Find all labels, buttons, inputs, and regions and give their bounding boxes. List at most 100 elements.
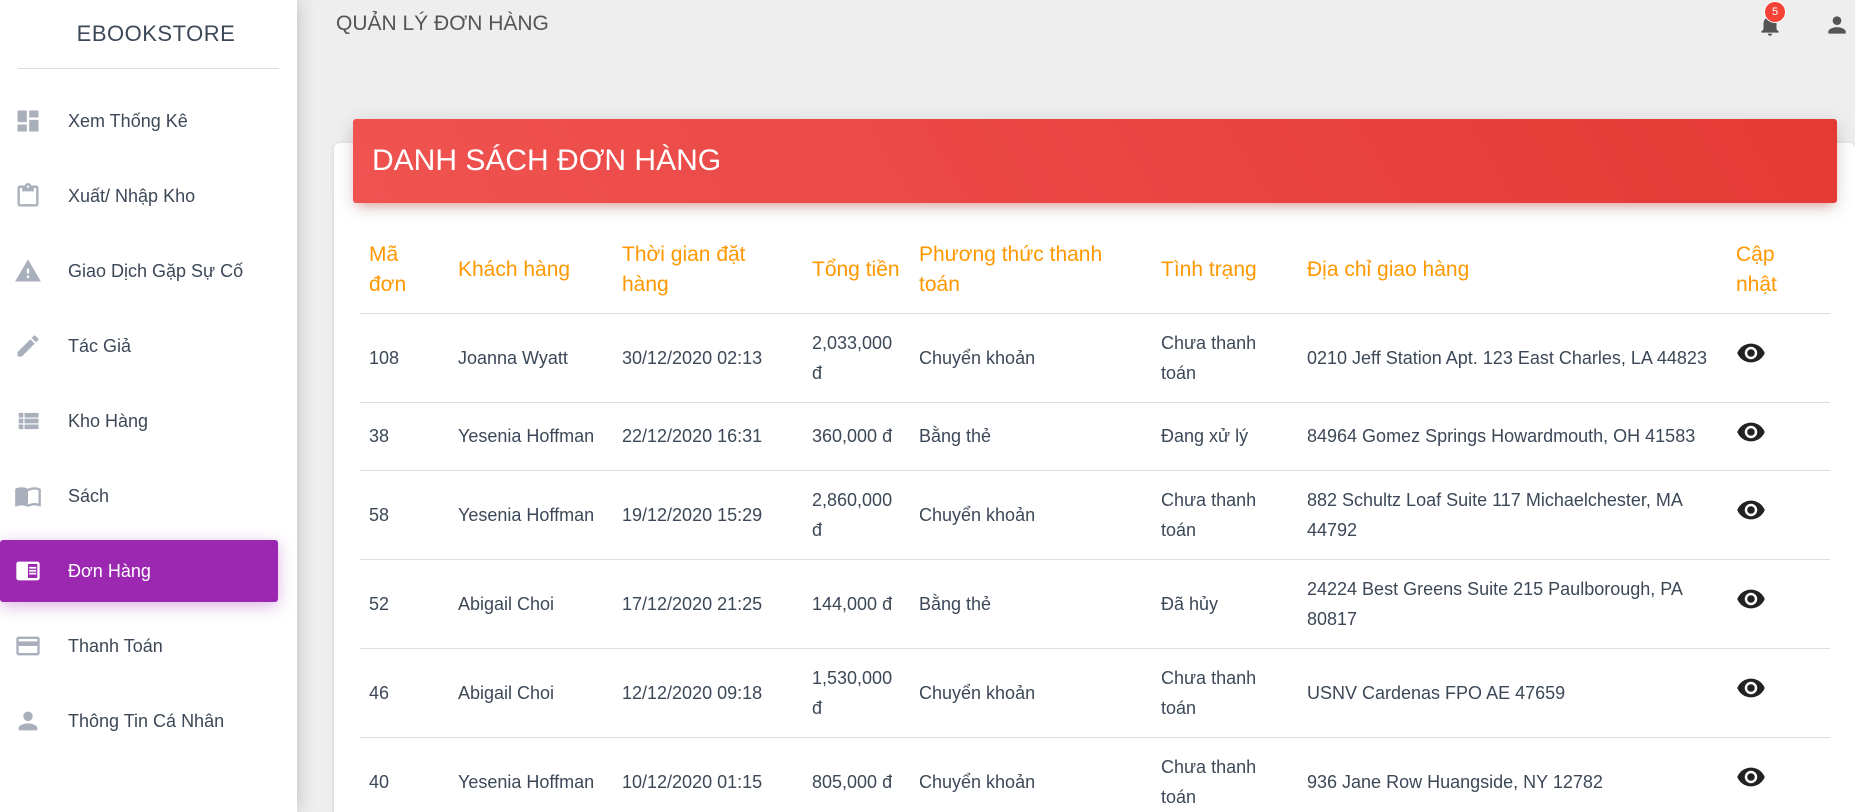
cell-method: Chuyển khoản — [910, 313, 1152, 403]
cell-update — [1727, 737, 1830, 812]
column-header-order-time: Thời gian đặt hàng — [613, 227, 803, 314]
sidebar-item-orders[interactable]: Đơn Hàng — [0, 540, 278, 602]
cell-customer: Yesenia Hoffman — [449, 470, 613, 560]
column-header-update: Cập nhật — [1727, 227, 1830, 314]
eye-icon[interactable] — [1736, 762, 1766, 792]
clipboard-icon — [14, 182, 42, 210]
card-title: DANH SÁCH ĐƠN HÀNG — [372, 144, 722, 177]
cell-method: Bằng thẻ — [910, 402, 1152, 471]
cell-status: Chưa thanh toán — [1152, 737, 1298, 812]
cell-update — [1727, 313, 1830, 403]
column-header-payment-method: Phương thức thanh toán — [910, 227, 1152, 314]
brand-divider — [18, 68, 279, 69]
cell-time: 22/12/2020 16:31 — [613, 402, 803, 471]
user-account-icon[interactable] — [1824, 12, 1850, 38]
sidebar-item-authors[interactable]: Tác Giả — [0, 315, 278, 377]
orders-table: Mã đơn Khách hàng Thời gian đặt hàng Tổn… — [360, 227, 1830, 812]
eye-icon[interactable] — [1736, 584, 1766, 614]
cell-status: Đang xử lý — [1152, 402, 1298, 471]
cell-id: 52 — [360, 559, 449, 649]
pencil-icon — [14, 332, 42, 360]
cell-id: 40 — [360, 737, 449, 812]
table-header-row: Mã đơn Khách hàng Thời gian đặt hàng Tổn… — [360, 227, 1830, 314]
sidebar-item-label: Xem Thống Kê — [68, 110, 188, 131]
cell-method: Chuyển khoản — [910, 737, 1152, 812]
cell-time: 12/12/2020 09:18 — [613, 648, 803, 738]
person-icon — [14, 707, 42, 735]
cell-address: 0210 Jeff Station Apt. 123 East Charles,… — [1298, 313, 1727, 403]
cell-customer: Joanna Wyatt — [449, 313, 613, 403]
sidebar-item-label: Thanh Toán — [68, 635, 163, 656]
top-navbar: QUẢN LÝ ĐƠN HÀNG 5 — [297, 0, 1855, 50]
cell-customer: Yesenia Hoffman — [449, 737, 613, 812]
warning-icon — [14, 257, 42, 285]
sidebar-nav: Xem Thống Kê Xuất/ Nhập Kho Giao Dịch Gặ… — [0, 90, 297, 752]
cell-total: 360,000 đ — [803, 402, 910, 471]
column-header-status: Tình trạng — [1152, 227, 1298, 314]
eye-icon[interactable] — [1736, 417, 1766, 447]
cell-id: 38 — [360, 402, 449, 471]
card-header: DANH SÁCH ĐƠN HÀNG — [353, 119, 1837, 203]
table-row: 46 Abigail Choi 12/12/2020 09:18 1,530,0… — [360, 648, 1830, 738]
cell-id: 46 — [360, 648, 449, 738]
sidebar-item-label: Xuất/ Nhập Kho — [68, 185, 196, 206]
cell-time: 30/12/2020 02:13 — [613, 313, 803, 403]
column-header-address: Địa chỉ giao hàng — [1298, 227, 1727, 314]
cell-status: Chưa thanh toán — [1152, 313, 1298, 403]
sidebar-item-inventory-io[interactable]: Xuất/ Nhập Kho — [0, 165, 278, 227]
cell-customer: Yesenia Hoffman — [449, 402, 613, 471]
table-row: 58 Yesenia Hoffman 19/12/2020 15:29 2,86… — [360, 470, 1830, 560]
book-icon — [14, 482, 42, 510]
brand-logo[interactable]: EBOOKSTORE — [0, 0, 297, 68]
cell-customer: Abigail Choi — [449, 648, 613, 738]
notification-badge: 5 — [1764, 1, 1786, 23]
column-header-customer: Khách hàng — [449, 227, 613, 314]
cell-status: Chưa thanh toán — [1152, 470, 1298, 560]
cell-status: Chưa thanh toán — [1152, 648, 1298, 738]
dashboard-icon — [14, 107, 42, 135]
sidebar-item-books[interactable]: Sách — [0, 465, 278, 527]
sidebar-item-profile[interactable]: Thông Tin Cá Nhân — [0, 690, 278, 752]
table-row: 40 Yesenia Hoffman 10/12/2020 01:15 805,… — [360, 737, 1830, 812]
cell-address: 24224 Best Greens Suite 215 Paulborough,… — [1298, 559, 1727, 649]
cell-id: 108 — [360, 313, 449, 403]
sidebar-item-label: Kho Hàng — [68, 410, 149, 431]
eye-icon[interactable] — [1736, 673, 1766, 703]
eye-icon[interactable] — [1736, 338, 1766, 368]
table-row: 38 Yesenia Hoffman 22/12/2020 16:31 360,… — [360, 402, 1830, 471]
page-title: QUẢN LÝ ĐƠN HÀNG — [336, 12, 549, 35]
cell-time: 17/12/2020 21:25 — [613, 559, 803, 649]
column-header-id: Mã đơn — [360, 227, 449, 314]
cell-total: 2,860,000 đ — [803, 470, 910, 560]
cell-customer: Abigail Choi — [449, 559, 613, 649]
table-row: 108 Joanna Wyatt 30/12/2020 02:13 2,033,… — [360, 313, 1830, 403]
cell-method: Chuyển khoản — [910, 470, 1152, 560]
cell-method: Bằng thẻ — [910, 559, 1152, 649]
cell-update — [1727, 648, 1830, 738]
receipt-icon — [14, 557, 42, 585]
sidebar-item-warehouse[interactable]: Kho Hàng — [0, 390, 278, 452]
cell-address: USNV Cardenas FPO AE 47659 — [1298, 648, 1727, 738]
credit-card-icon — [14, 632, 42, 660]
cell-time: 19/12/2020 15:29 — [613, 470, 803, 560]
cell-total: 2,033,000 đ — [803, 313, 910, 403]
cell-total: 1,530,000 đ — [803, 648, 910, 738]
cell-total: 805,000 đ — [803, 737, 910, 812]
cell-total: 144,000 đ — [803, 559, 910, 649]
sidebar: EBOOKSTORE Xem Thống Kê Xuất/ Nhập Kho G… — [0, 0, 297, 812]
cell-address: 882 Schultz Loaf Suite 117 Michaelcheste… — [1298, 470, 1727, 560]
sidebar-item-failed-transactions[interactable]: Giao Dịch Gặp Sự Cố — [0, 240, 278, 302]
column-header-total: Tổng tiền — [803, 227, 910, 314]
eye-icon[interactable] — [1736, 495, 1766, 525]
sidebar-item-payments[interactable]: Thanh Toán — [0, 615, 278, 677]
cell-status: Đã hủy — [1152, 559, 1298, 649]
sidebar-item-label: Tác Giả — [68, 335, 132, 356]
sidebar-item-label: Giao Dịch Gặp Sự Cố — [68, 260, 244, 281]
cell-address: 84964 Gomez Springs Howardmouth, OH 4158… — [1298, 402, 1727, 471]
sidebar-item-statistics[interactable]: Xem Thống Kê — [0, 90, 278, 152]
cell-update — [1727, 402, 1830, 471]
sidebar-item-label: Đơn Hàng — [68, 560, 151, 581]
table-row: 52 Abigail Choi 17/12/2020 21:25 144,000… — [360, 559, 1830, 649]
cell-update — [1727, 559, 1830, 649]
cell-address: 936 Jane Row Huangside, NY 12782 — [1298, 737, 1727, 812]
